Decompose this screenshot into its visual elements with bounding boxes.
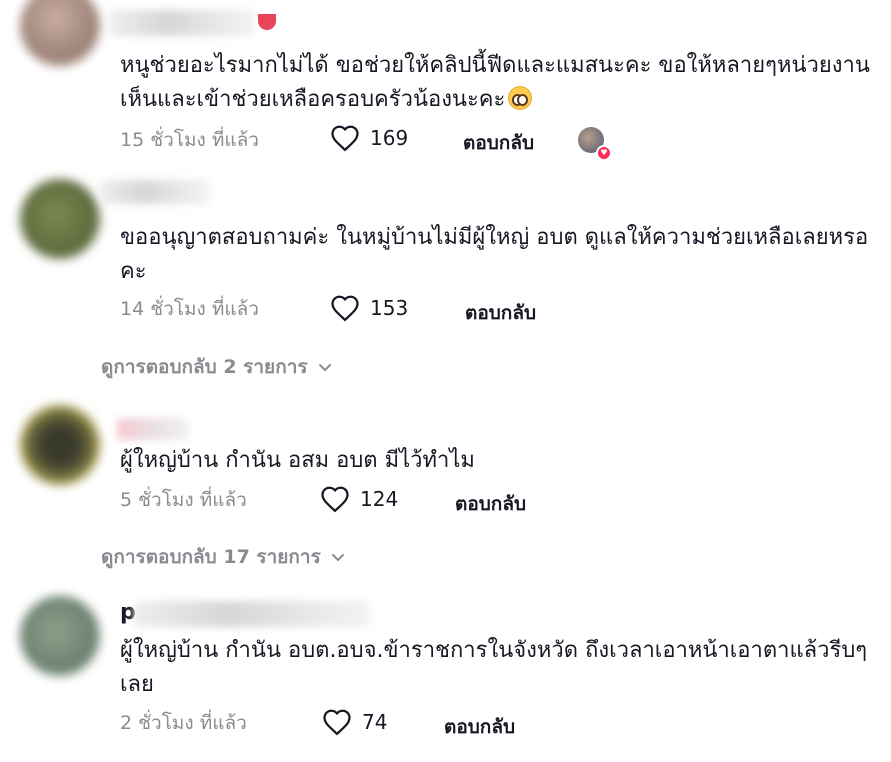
like-button[interactable]: 124 bbox=[320, 485, 398, 513]
reply-button[interactable]: ตอบกลับ bbox=[465, 298, 536, 328]
comment-timestamp: 14 ชั่วโมง ที่แล้ว bbox=[120, 298, 259, 320]
view-replies-label: ดูการตอบกลับ 2 รายการ bbox=[101, 356, 308, 378]
avatar[interactable] bbox=[20, 596, 100, 676]
like-count: 153 bbox=[370, 296, 409, 320]
comment-meta: 5 ชั่วโมง ที่แล้ว bbox=[120, 485, 247, 515]
like-button[interactable]: 153 bbox=[330, 294, 408, 322]
username-redacted[interactable] bbox=[117, 418, 189, 440]
like-button[interactable]: 74 bbox=[322, 708, 387, 736]
creator-liked-badge: ♥ bbox=[578, 127, 612, 161]
chevron-down-icon bbox=[318, 364, 331, 371]
avatar[interactable] bbox=[20, 0, 100, 66]
heart-outline-icon bbox=[331, 125, 359, 152]
comment-text: ผู้ใหญ่บ้าน กำนัน อสม อบต มีไว้ทำไม bbox=[120, 448, 475, 473]
comment-timestamp: 2 ชั่วโมง ที่แล้ว bbox=[120, 712, 247, 734]
username-emoji-decoration bbox=[258, 14, 276, 30]
comment-text: ขออนุญาตสอบถามค่ะ ในหมู่บ้านไม่มีผู้ใหญ่… bbox=[120, 225, 869, 284]
heart-outline-icon bbox=[331, 295, 359, 322]
like-count: 124 bbox=[360, 487, 399, 511]
avatar[interactable] bbox=[20, 405, 100, 485]
avatar[interactable] bbox=[20, 179, 100, 259]
like-count: 169 bbox=[370, 126, 409, 150]
heart-badge-icon: ♥ bbox=[596, 145, 612, 161]
pleading-face-emoji bbox=[508, 86, 533, 110]
heart-outline-icon bbox=[321, 486, 349, 513]
comment-timestamp: 15 ชั่วโมง ที่แล้ว bbox=[120, 129, 259, 151]
heart-outline-icon bbox=[323, 709, 351, 736]
reply-button[interactable]: ตอบกลับ bbox=[463, 128, 534, 158]
comment-meta: 15 ชั่วโมง ที่แล้ว bbox=[120, 125, 259, 155]
comment-timestamp: 5 ชั่วโมง ที่แล้ว bbox=[120, 489, 247, 511]
view-replies-button[interactable]: ดูการตอบกลับ 2 รายการ bbox=[101, 352, 334, 382]
like-count: 74 bbox=[362, 710, 388, 734]
like-button[interactable]: 169 bbox=[330, 124, 408, 152]
view-replies-label: ดูการตอบกลับ 17 รายการ bbox=[101, 546, 321, 568]
username-redacted[interactable] bbox=[110, 10, 255, 36]
comment-text: หนูช่วยอะไรมากไม่ได้ ขอช่วยให้คลิปนี้ฟีด… bbox=[120, 53, 870, 112]
comment-meta: 2 ชั่วโมง ที่แล้ว bbox=[120, 708, 247, 738]
username-redacted[interactable] bbox=[100, 180, 210, 204]
comment-meta: 14 ชั่วโมง ที่แล้ว bbox=[120, 294, 259, 324]
reply-button[interactable]: ตอบกลับ bbox=[455, 489, 526, 519]
username-redacted[interactable] bbox=[134, 601, 370, 627]
view-replies-button[interactable]: ดูการตอบกลับ 17 รายการ bbox=[101, 542, 347, 572]
chevron-down-icon bbox=[331, 554, 344, 561]
comment-text: ผู้ใหญ่บ้าน กำนัน อบต.อบจ.ข้าราชการในจัง… bbox=[120, 638, 868, 697]
reply-button[interactable]: ตอบกลับ bbox=[444, 712, 515, 742]
